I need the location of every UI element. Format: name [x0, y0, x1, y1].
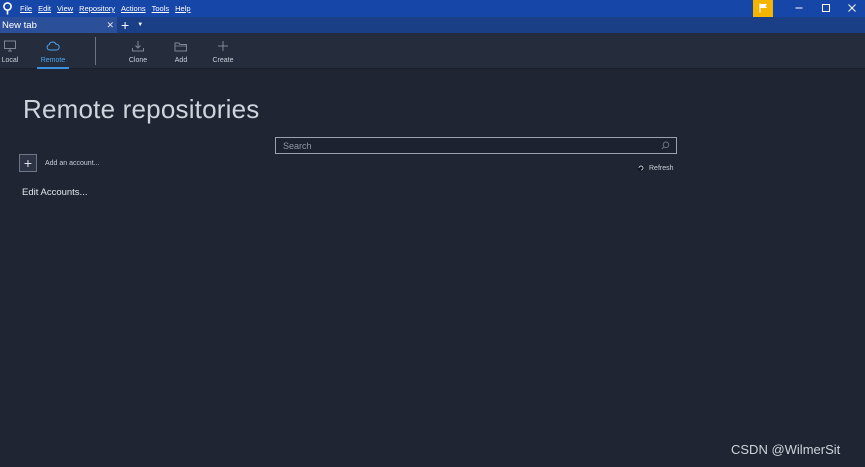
refresh-icon	[637, 159, 645, 177]
local-button[interactable]: Local	[0, 33, 20, 69]
menu-help[interactable]: Help	[175, 4, 190, 13]
create-label: Create	[212, 57, 234, 64]
menu-actions[interactable]: Actions	[121, 4, 146, 13]
menu-edit[interactable]: Edit	[38, 4, 51, 13]
refresh-label: Refresh	[649, 164, 674, 172]
menu-repository[interactable]: Repository	[79, 4, 115, 13]
minimize-icon	[795, 4, 803, 14]
folder-icon	[170, 37, 192, 55]
tab-strip: New tab ✕ + ▼	[0, 17, 865, 33]
edit-accounts-link[interactable]: Edit Accounts...	[22, 187, 87, 198]
app-logo-icon	[0, 2, 14, 16]
menu-file[interactable]: File	[20, 4, 32, 13]
toolbar: Local Remote Clone Add Create	[0, 33, 865, 69]
search-input[interactable]	[283, 140, 643, 151]
add-label: Add	[174, 57, 188, 64]
flag-button[interactable]	[753, 0, 773, 17]
monitor-icon	[0, 37, 21, 55]
clone-label: Clone	[128, 57, 148, 64]
local-label: Local	[1, 57, 19, 64]
tab-close-icon[interactable]: ✕	[106, 20, 114, 31]
remote-label: Remote	[40, 57, 66, 64]
menu-bar: File Edit View Repository Actions Tools …	[17, 0, 194, 17]
close-icon	[848, 3, 856, 14]
toolbar-separator	[95, 37, 96, 65]
cloud-icon	[42, 37, 64, 55]
page-title: Remote repositories	[23, 94, 260, 124]
add-account-button[interactable]: + Add an account...	[19, 154, 99, 172]
add-account-label: Add an account...	[45, 159, 100, 167]
menu-tools[interactable]: Tools	[152, 4, 170, 13]
add-account-plus-icon[interactable]: +	[19, 154, 37, 172]
flag-icon	[758, 0, 768, 18]
minimize-button[interactable]	[786, 0, 812, 17]
maximize-icon	[822, 3, 830, 14]
clone-button[interactable]: Clone	[124, 33, 152, 69]
search-box[interactable]	[275, 137, 677, 154]
tab-dropdown-icon[interactable]: ▼	[137, 22, 143, 28]
new-tab-plus-icon[interactable]: +	[121, 18, 129, 32]
tab-new-tab[interactable]: New tab ✕	[0, 17, 117, 33]
menu-view[interactable]: View	[57, 4, 73, 13]
maximize-button[interactable]	[813, 0, 839, 17]
remote-button[interactable]: Remote	[37, 33, 69, 69]
plus-icon	[212, 37, 234, 55]
search-icon[interactable]	[661, 137, 670, 155]
close-window-button[interactable]	[839, 0, 865, 17]
refresh-button[interactable]: Refresh	[637, 159, 674, 177]
watermark: CSDN @WilmerSit	[731, 442, 841, 457]
tab-label: New tab	[2, 19, 37, 31]
title-bar: File Edit View Repository Actions Tools …	[0, 0, 865, 17]
add-button[interactable]: Add	[168, 33, 194, 69]
create-button[interactable]: Create	[208, 33, 238, 69]
download-icon	[127, 37, 149, 55]
